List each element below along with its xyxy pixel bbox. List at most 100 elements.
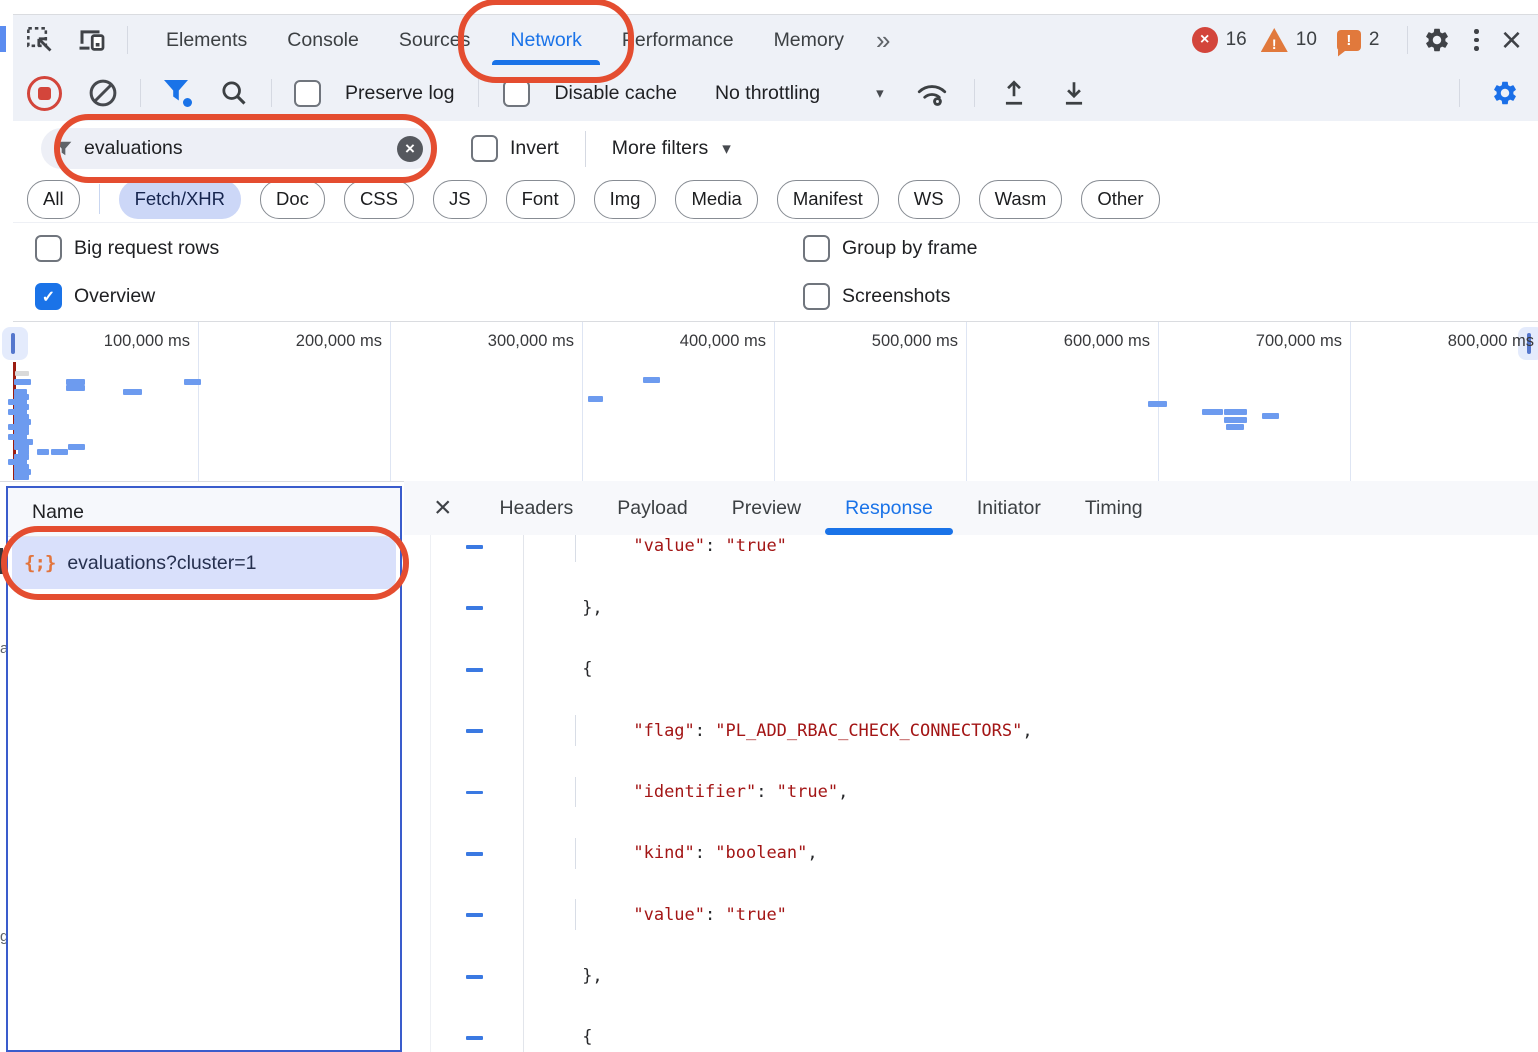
response-code-line: "value": "true" [404,535,1538,562]
code-text: }, [531,592,603,623]
network-settings-gear-icon[interactable] [1490,78,1520,108]
tab-console[interactable]: Console [267,15,379,65]
record-network-log-icon[interactable] [27,76,62,111]
detail-tab-headers[interactable]: Headers [478,481,596,535]
console-errors-icon[interactable]: × [1192,27,1218,53]
line-fold-dash[interactable] [466,852,483,856]
more-tabs-button[interactable]: » [864,15,899,65]
filter-pill-other[interactable]: Other [1081,180,1159,219]
timeline-tick-label: 400,000 ms [644,332,766,351]
throttling-select[interactable]: No throttling [715,82,820,105]
clear-filter-icon[interactable]: × [397,136,423,162]
filter-pill-font[interactable]: Font [506,180,575,219]
filter-pill-doc[interactable]: Doc [260,180,325,219]
line-fold-dash[interactable] [466,668,483,672]
filter-pill-media[interactable]: Media [675,180,757,219]
line-fold-dash[interactable] [466,975,483,979]
code-text: { [531,1022,592,1052]
filter-pill-all[interactable]: All [27,180,80,219]
close-devtools-icon[interactable]: × [1501,22,1522,58]
filter-pill-ws[interactable]: WS [898,180,960,219]
filter-pill-img[interactable]: Img [594,180,657,219]
group-by-frame-label: Group by frame [842,237,977,260]
overview-request-bar [37,449,49,455]
filter-pill-fetch-xhr[interactable]: Fetch/XHR [119,180,241,219]
console-warnings-icon[interactable]: ! [1261,28,1288,52]
issues-icon[interactable]: ! [1337,30,1361,51]
line-fold-dash[interactable] [466,545,483,549]
big-request-rows-checkbox[interactable] [35,235,62,262]
search-icon[interactable] [219,78,249,108]
timeline-gridline [198,322,199,481]
tab-elements[interactable]: Elements [146,15,267,65]
inspect-element-icon[interactable] [25,25,55,55]
disable-cache-checkbox[interactable] [503,80,530,107]
line-fold-dash[interactable] [466,606,483,610]
overview-left-handle[interactable] [2,327,28,360]
device-toolbar-icon[interactable] [77,25,107,55]
detail-tab-preview[interactable]: Preview [710,481,823,535]
tabbar-divider [127,26,128,54]
invert-checkbox[interactable] [471,135,498,162]
issues-count[interactable]: 2 [1369,29,1380,51]
overview-request-bar [14,474,29,480]
response-code-line: { [404,1022,1538,1052]
response-body-viewer[interactable]: "value": "true" }, { "flag": "PL_ADD_RBA… [404,535,1538,1052]
line-fold-dash[interactable] [466,913,483,917]
big-request-rows-label: Big request rows [74,237,219,260]
filter-icon[interactable] [163,79,191,107]
filter-pill-wasm[interactable]: Wasm [979,180,1063,219]
filter-pill-manifest[interactable]: Manifest [777,180,879,219]
more-filters-caret-icon[interactable]: ▾ [722,139,731,159]
console-errors-count[interactable]: 16 [1226,29,1247,51]
customize-devtools-icon[interactable] [1474,29,1479,51]
overview-request-bar [588,396,603,402]
more-filters-button[interactable]: More filters [612,137,708,160]
overview-checkbox[interactable]: ✓ [35,283,62,310]
timeline-tick-label: 700,000 ms [1220,332,1342,351]
detail-tab-timing[interactable]: Timing [1063,481,1165,535]
network-conditions-icon[interactable] [914,78,950,108]
line-fold-dash[interactable] [466,1036,483,1040]
resource-type-filters: All Fetch/XHR Doc CSS JS Font Img Media Manifest… [13,176,1538,223]
group-by-frame-checkbox[interactable] [803,235,830,262]
filter-divider [585,131,586,167]
preserve-log-label: Preserve log [345,82,454,105]
preserve-log-checkbox[interactable] [294,80,321,107]
console-warnings-count[interactable]: 10 [1296,29,1317,51]
screenshots-checkbox[interactable] [803,283,830,310]
detail-tab-response[interactable]: Response [823,481,955,535]
close-detail-icon[interactable]: × [434,493,452,523]
filter-input[interactable]: evaluations × [41,128,435,169]
request-row-evaluations[interactable]: {;}evaluations?cluster=1 [12,537,396,589]
filter-pill-js[interactable]: JS [433,180,487,219]
import-har-icon[interactable] [999,78,1029,108]
code-text: "value": "true" [531,899,787,930]
throttling-caret-icon[interactable]: ▾ [876,84,884,102]
line-fold-dash[interactable] [466,729,483,733]
overview-request-bar [1224,409,1247,415]
toolbar-divider [478,79,479,107]
filter-pill-css[interactable]: CSS [344,180,414,219]
network-overview-timeline[interactable]: 100,000 ms200,000 ms300,000 ms400,000 ms… [0,322,1538,482]
overview-request-bar [1224,417,1247,423]
overview-request-bar [1202,409,1223,415]
name-column-header[interactable]: Name [8,488,400,537]
tab-sources[interactable]: Sources [379,15,491,65]
request-rows: {;}evaluations?cluster=1 [8,537,400,589]
detail-tab-payload[interactable]: Payload [595,481,709,535]
network-toolbar: Preserve log Disable cache No throttling… [13,65,1538,122]
line-fold-dash[interactable] [466,791,483,795]
tab-performance[interactable]: Performance [602,15,754,65]
main-tabs: ElementsConsoleSourcesNetworkPerformance… [146,15,864,65]
tab-memory[interactable]: Memory [754,15,864,65]
filter-query-text[interactable]: evaluations [84,137,397,160]
tab-network[interactable]: Network [490,15,602,65]
settings-gear-icon[interactable] [1422,25,1452,55]
clear-network-log-icon[interactable] [88,78,118,108]
devtools-tabbar: ElementsConsoleSourcesNetworkPerformance… [13,14,1538,66]
detail-tab-initiator[interactable]: Initiator [955,481,1063,535]
export-har-icon[interactable] [1059,78,1089,108]
code-text: { [531,654,592,685]
timeline-gridline [1350,322,1351,481]
